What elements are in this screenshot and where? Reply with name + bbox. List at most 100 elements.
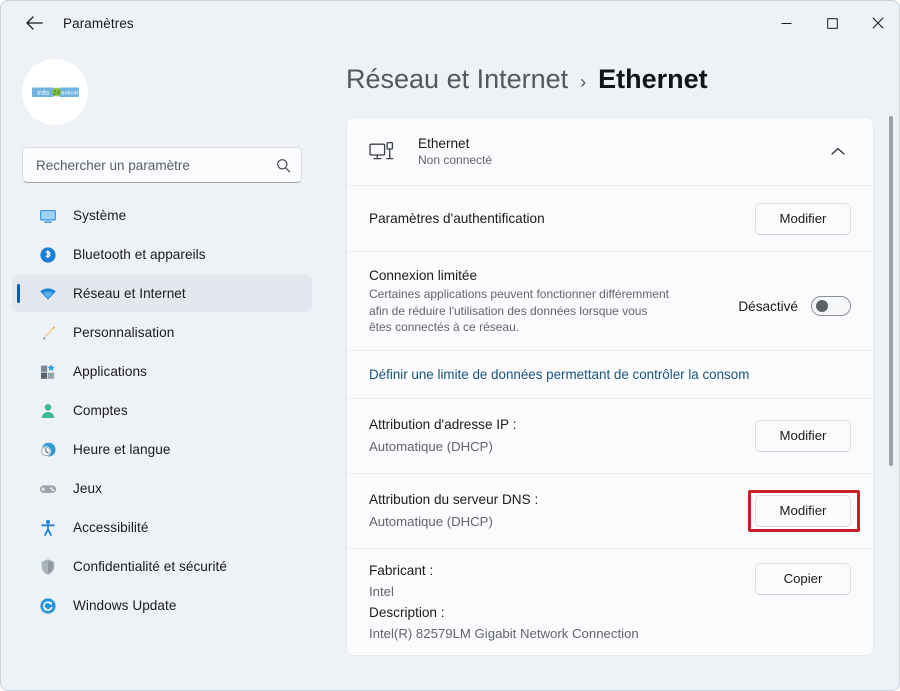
manufacturer-key: Fabricant :	[369, 563, 755, 578]
update-refresh-icon	[38, 596, 58, 616]
description-value: Intel(R) 82579LM Gigabit Network Connect…	[369, 626, 755, 641]
svg-text:24: 24	[53, 90, 61, 97]
arrow-left-icon	[26, 16, 43, 30]
dns-edit-button-wrapper: Modifier	[755, 495, 851, 527]
maximize-icon	[827, 18, 838, 29]
sidebar-item-label: Applications	[73, 364, 147, 379]
manufacturer-value: Intel	[369, 584, 755, 599]
sidebar-item-label: Confidentialité et sécurité	[73, 559, 227, 574]
minimize-button[interactable]	[763, 1, 809, 45]
settings-window: Paramètres	[0, 0, 900, 691]
sidebar-item-label: Jeux	[73, 481, 102, 496]
breadcrumb-parent[interactable]: Réseau et Internet	[346, 64, 568, 95]
authentication-label: Paramètres d'authentification	[369, 211, 545, 226]
metered-title: Connexion limitée	[369, 268, 669, 283]
sidebar-nav: Système Bluetooth et appareils	[12, 197, 312, 624]
bluetooth-icon	[38, 245, 58, 265]
accessibility-icon	[38, 518, 58, 538]
ip-assignment-value: Automatique (DHCP)	[369, 439, 516, 454]
dns-assignment-texts: Attribution du serveur DNS : Automatique…	[369, 492, 538, 529]
sidebar: Info android 24	[1, 45, 323, 691]
sidebar-item-heure-et-langue[interactable]: Heure et langue	[12, 431, 312, 468]
sidebar-item-reseau-et-internet[interactable]: Réseau et Internet	[12, 275, 312, 312]
clock-globe-icon	[38, 440, 58, 460]
sidebar-item-accessibilite[interactable]: Accessibilité	[12, 509, 312, 546]
minimize-icon	[781, 18, 792, 29]
adapter-copy-button[interactable]: Copier	[755, 563, 851, 595]
window-controls	[763, 1, 900, 45]
main-content: Réseau et Internet › Ethernet Ethernet N…	[323, 45, 900, 691]
svg-text:android: android	[60, 91, 78, 97]
ip-assignment-row: Attribution d'adresse IP : Automatique (…	[347, 399, 873, 474]
chevron-up-icon[interactable]	[825, 147, 851, 156]
monitor-icon	[38, 206, 58, 226]
metered-toggle-group: Désactivé	[669, 268, 851, 316]
avatar-logo-icon: Info android 24	[23, 60, 87, 124]
search-input[interactable]	[36, 158, 276, 173]
sidebar-item-label: Accessibilité	[73, 520, 148, 535]
person-icon	[38, 401, 58, 421]
metered-toggle-switch[interactable]	[811, 296, 851, 316]
sidebar-item-windows-update[interactable]: Windows Update	[12, 587, 312, 624]
search-icon[interactable]	[276, 158, 291, 173]
apps-icon	[38, 362, 58, 382]
sidebar-item-jeux[interactable]: Jeux	[12, 470, 312, 507]
metered-toggle-label: Désactivé	[738, 299, 798, 314]
data-limit-row: Définir une limite de données permettant…	[347, 351, 873, 399]
ethernet-card: Ethernet Non connecté Paramètres d'authe…	[346, 117, 874, 656]
sidebar-item-personnalisation[interactable]: Personnalisation	[12, 314, 312, 351]
metered-connection-row: Connexion limitée Certaines applications…	[347, 252, 873, 351]
close-icon	[872, 17, 884, 29]
svg-text:Info: Info	[37, 90, 49, 97]
search-box[interactable]	[22, 147, 302, 183]
title-bar: Paramètres	[1, 1, 900, 45]
scrollbar-thumb[interactable]	[889, 116, 893, 466]
dns-assignment-key: Attribution du serveur DNS :	[369, 492, 538, 507]
ethernet-header-texts: Ethernet Non connecté	[418, 136, 825, 167]
adapter-texts: Fabricant : Intel Description : Intel(R)…	[369, 563, 755, 641]
close-button[interactable]	[855, 1, 900, 45]
ip-assignment-key: Attribution d'adresse IP :	[369, 417, 516, 432]
ethernet-header-row[interactable]: Ethernet Non connecté	[347, 118, 873, 186]
ethernet-name: Ethernet	[418, 136, 825, 151]
sidebar-item-label: Personnalisation	[73, 325, 174, 340]
sidebar-item-systeme[interactable]: Système	[12, 197, 312, 234]
data-limit-link[interactable]: Définir une limite de données permettant…	[369, 367, 749, 382]
gamepad-icon	[38, 479, 58, 499]
avatar[interactable]: Info android 24	[22, 59, 88, 125]
ethernet-icon	[369, 140, 403, 164]
sidebar-item-label: Windows Update	[73, 598, 176, 613]
sidebar-item-label: Comptes	[73, 403, 128, 418]
sidebar-item-label: Bluetooth et appareils	[73, 247, 206, 262]
sidebar-item-comptes[interactable]: Comptes	[12, 392, 312, 429]
dns-assignment-row: Attribution du serveur DNS : Automatique…	[347, 474, 873, 549]
metered-description: Certaines applications peuvent fonctionn…	[369, 286, 669, 336]
back-button[interactable]	[17, 8, 51, 38]
authentication-row: Paramètres d'authentification Modifier	[347, 186, 873, 252]
authentication-edit-button[interactable]: Modifier	[755, 203, 851, 235]
breadcrumb-separator-icon: ›	[580, 72, 586, 93]
paintbrush-icon	[38, 323, 58, 343]
sidebar-item-bluetooth[interactable]: Bluetooth et appareils	[12, 236, 312, 273]
app-title: Paramètres	[63, 16, 134, 31]
maximize-button[interactable]	[809, 1, 855, 45]
metered-texts: Connexion limitée Certaines applications…	[369, 268, 669, 336]
ethernet-status: Non connecté	[418, 153, 825, 167]
page-title: Ethernet	[598, 64, 708, 95]
toggle-knob	[816, 300, 828, 312]
description-key: Description :	[369, 605, 755, 620]
ip-assignment-edit-button[interactable]: Modifier	[755, 420, 851, 452]
sidebar-item-confidentialite[interactable]: Confidentialité et sécurité	[12, 548, 312, 585]
wifi-icon	[38, 284, 58, 304]
adapter-properties-row: Fabricant : Intel Description : Intel(R)…	[347, 549, 873, 655]
main-scrollbar[interactable]	[885, 59, 897, 679]
sidebar-item-label: Système	[73, 208, 126, 223]
shield-icon	[38, 557, 58, 577]
sidebar-item-label: Heure et langue	[73, 442, 171, 457]
ip-assignment-texts: Attribution d'adresse IP : Automatique (…	[369, 417, 516, 454]
sidebar-item-label: Réseau et Internet	[73, 286, 186, 301]
breadcrumb: Réseau et Internet › Ethernet	[346, 64, 900, 95]
dns-assignment-edit-button[interactable]: Modifier	[755, 495, 851, 527]
sidebar-item-applications[interactable]: Applications	[12, 353, 312, 390]
dns-assignment-value: Automatique (DHCP)	[369, 514, 538, 529]
